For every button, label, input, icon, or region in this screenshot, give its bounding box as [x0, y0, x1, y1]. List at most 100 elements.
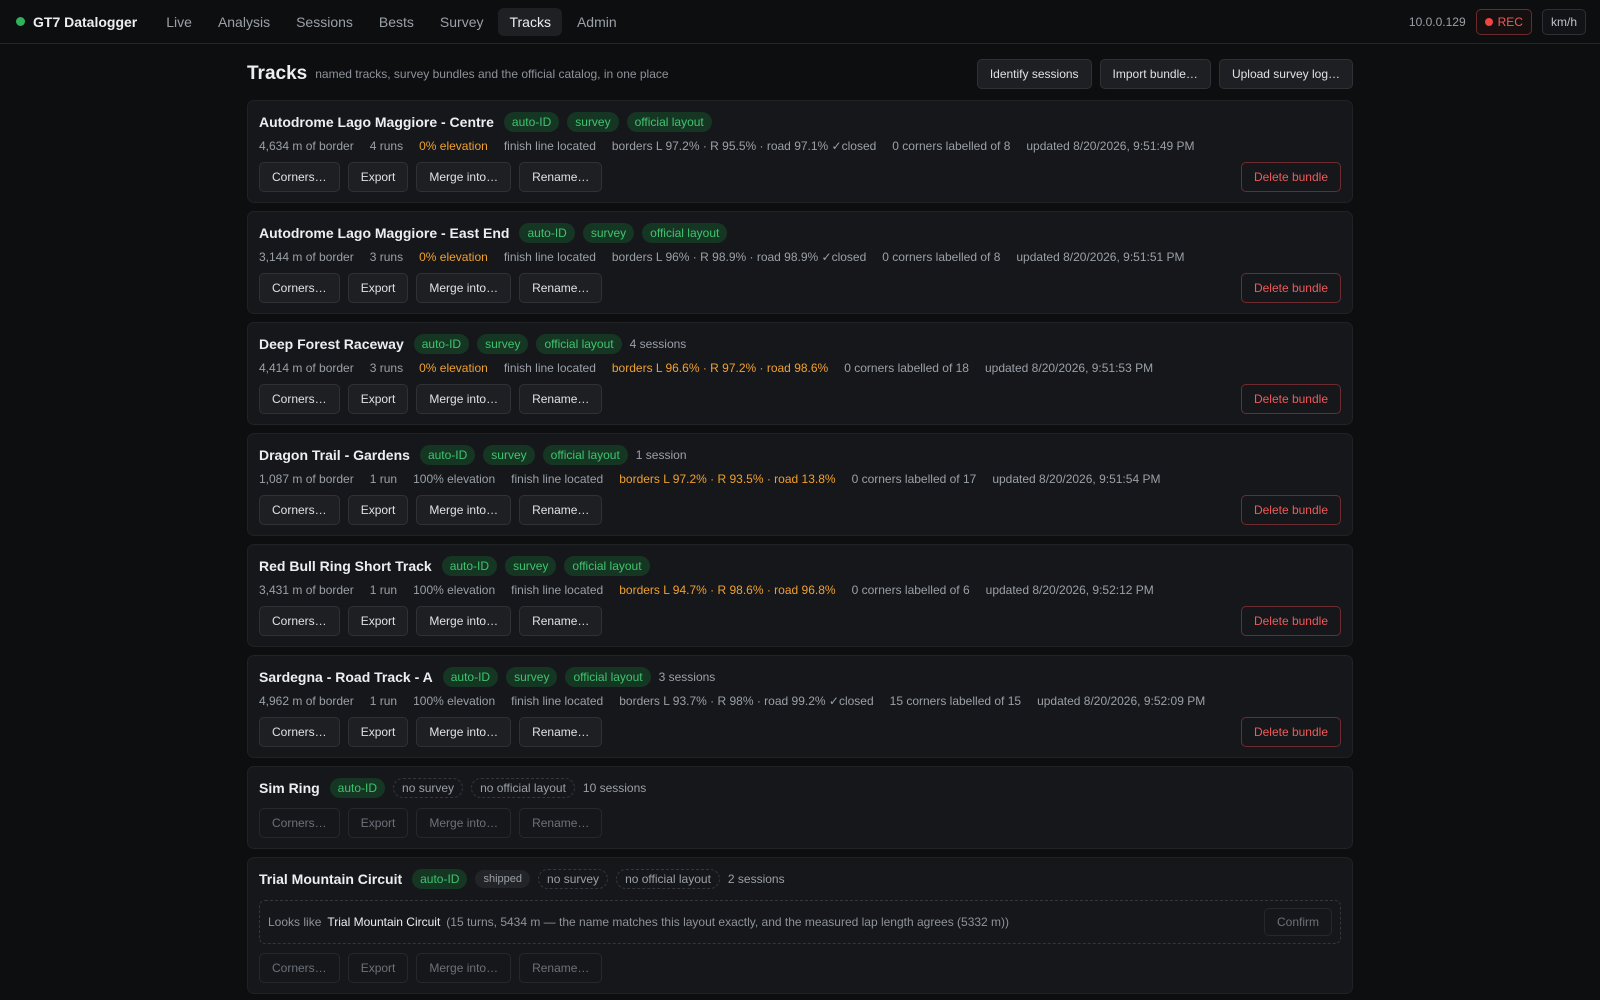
corners-button[interactable]: Corners… — [259, 162, 340, 192]
merge-into-button[interactable]: Merge into… — [416, 953, 512, 983]
corners-button[interactable]: Corners… — [259, 495, 340, 525]
record-dot-icon — [1484, 17, 1493, 26]
record-label: REC — [1497, 14, 1523, 29]
track-meta: 3,431 m of border 1 run 100% elevation f… — [259, 583, 1341, 597]
nav-tracks[interactable]: Tracks — [498, 7, 562, 36]
nav-admin[interactable]: Admin — [566, 8, 628, 36]
upload-survey-log-button[interactable]: Upload survey log… — [1218, 59, 1353, 89]
export-button[interactable]: Export — [347, 808, 409, 838]
delete-bundle-button[interactable]: Delete bundle — [1240, 162, 1341, 192]
auto-id-badge: auto-ID — [442, 667, 499, 687]
delete-bundle-button[interactable]: Delete bundle — [1240, 384, 1341, 414]
auto-id-badge: auto-ID — [412, 869, 468, 889]
official-layout-badge: official layout — [542, 445, 628, 465]
survey-badge: survey — [567, 112, 619, 132]
track-name: Deep Forest Raceway — [259, 336, 404, 352]
session-count: 2 sessions — [727, 872, 785, 886]
official-layout-badge: no official layout — [616, 869, 720, 889]
corners-button[interactable]: Corners… — [259, 384, 340, 414]
main-nav: Live Analysis Sessions Bests Survey Trac… — [155, 7, 628, 36]
updated-timestamp: updated 8/20/2026, 9:51:54 PM — [992, 472, 1161, 486]
official-layout-badge: official layout — [536, 334, 622, 354]
run-count: 3 runs — [369, 250, 404, 264]
survey-badge: no survey — [393, 778, 464, 798]
rename-button[interactable]: Rename… — [519, 273, 603, 303]
nav-bests[interactable]: Bests — [368, 8, 425, 36]
speed-unit-toggle[interactable]: km/h — [1541, 8, 1586, 35]
export-button[interactable]: Export — [347, 495, 409, 525]
rename-button[interactable]: Rename… — [519, 384, 603, 414]
border-coverage: borders L 93.7% · R 98% · road 99.2% ✓cl… — [619, 694, 874, 708]
merge-into-button[interactable]: Merge into… — [416, 273, 512, 303]
official-layout-badge: official layout — [564, 556, 650, 576]
page-header: Tracks named tracks, survey bundles and … — [247, 58, 1353, 90]
corners-labelled: 0 corners labelled of 8 — [882, 250, 1001, 264]
brand-name: GT7 Datalogger — [33, 13, 138, 30]
merge-into-button[interactable]: Merge into… — [416, 717, 512, 747]
nav-live[interactable]: Live — [155, 8, 203, 36]
rename-button[interactable]: Rename… — [519, 495, 603, 525]
nav-analysis[interactable]: Analysis — [207, 8, 281, 36]
delete-bundle-button[interactable]: Delete bundle — [1240, 606, 1341, 636]
merge-into-button[interactable]: Merge into… — [416, 808, 512, 838]
rename-button[interactable]: Rename… — [519, 717, 603, 747]
export-button[interactable]: Export — [347, 273, 409, 303]
session-count: 4 sessions — [629, 337, 687, 351]
border-length: 4,634 m of border — [259, 139, 354, 153]
rename-button[interactable]: Rename… — [519, 606, 603, 636]
run-count: 1 run — [369, 472, 398, 486]
elevation-coverage: 100% elevation — [413, 694, 496, 708]
merge-into-button[interactable]: Merge into… — [416, 495, 512, 525]
status-dot-icon — [16, 17, 25, 26]
elevation-coverage: 0% elevation — [419, 139, 488, 153]
record-button[interactable]: REC — [1475, 8, 1532, 35]
export-button[interactable]: Export — [347, 717, 409, 747]
track-name: Dragon Trail - Gardens — [259, 447, 410, 463]
corners-button[interactable]: Corners… — [259, 717, 340, 747]
import-bundle-button[interactable]: Import bundle… — [1099, 59, 1211, 89]
rename-button[interactable]: Rename… — [519, 953, 603, 983]
track-name: Autodrome Lago Maggiore - East End — [259, 225, 510, 241]
elevation-coverage: 100% elevation — [413, 583, 496, 597]
export-button[interactable]: Export — [347, 606, 409, 636]
nav-survey[interactable]: Survey — [429, 8, 495, 36]
survey-badge: no survey — [538, 869, 609, 889]
elevation-coverage: 100% elevation — [413, 472, 496, 486]
export-button[interactable]: Export — [347, 162, 409, 192]
corners-button[interactable]: Corners… — [259, 606, 340, 636]
track-meta: 4,414 m of border 3 runs 0% elevation fi… — [259, 361, 1341, 375]
track-name: Sardegna - Road Track - A — [259, 669, 433, 685]
auto-id-badge: auto-ID — [519, 223, 575, 243]
border-coverage: borders L 97.2% · R 95.5% · road 97.1% ✓… — [611, 139, 877, 153]
merge-into-button[interactable]: Merge into… — [416, 606, 512, 636]
track-meta: 4,962 m of border 1 run 100% elevation f… — [259, 694, 1341, 708]
delete-bundle-button[interactable]: Delete bundle — [1240, 717, 1341, 747]
delete-bundle-button[interactable]: Delete bundle — [1240, 273, 1341, 303]
corners-labelled: 0 corners labelled of 8 — [892, 139, 1011, 153]
suggested-layout-name: Trial Mountain Circuit — [327, 915, 441, 929]
confirm-layout-button[interactable]: Confirm — [1263, 908, 1332, 936]
delete-bundle-button[interactable]: Delete bundle — [1240, 495, 1341, 525]
rename-button[interactable]: Rename… — [519, 162, 603, 192]
top-nav-bar: GT7 Datalogger Live Analysis Sessions Be… — [0, 0, 1600, 44]
brand[interactable]: GT7 Datalogger — [16, 14, 137, 30]
merge-into-button[interactable]: Merge into… — [416, 162, 512, 192]
corners-button[interactable]: Corners… — [259, 273, 340, 303]
rename-button[interactable]: Rename… — [519, 808, 603, 838]
layout-suggestion: Looks like Trial Mountain Circuit (15 tu… — [259, 900, 1341, 944]
updated-timestamp: updated 8/20/2026, 9:51:51 PM — [1016, 250, 1185, 264]
corners-button[interactable]: Corners… — [259, 808, 340, 838]
track-name: Red Bull Ring Short Track — [259, 558, 432, 574]
merge-into-button[interactable]: Merge into… — [416, 384, 512, 414]
identify-sessions-button[interactable]: Identify sessions — [976, 59, 1092, 89]
corners-button[interactable]: Corners… — [259, 953, 340, 983]
nav-sessions[interactable]: Sessions — [285, 8, 364, 36]
corners-labelled: 0 corners labelled of 18 — [844, 361, 969, 375]
survey-badge: survey — [506, 667, 558, 687]
updated-timestamp: updated 8/20/2026, 9:51:53 PM — [984, 361, 1154, 375]
finish-line-status: finish line located — [503, 250, 596, 264]
auto-id-badge: auto-ID — [441, 556, 498, 576]
corners-labelled: 0 corners labelled of 17 — [851, 472, 977, 486]
export-button[interactable]: Export — [347, 953, 409, 983]
export-button[interactable]: Export — [347, 384, 409, 414]
